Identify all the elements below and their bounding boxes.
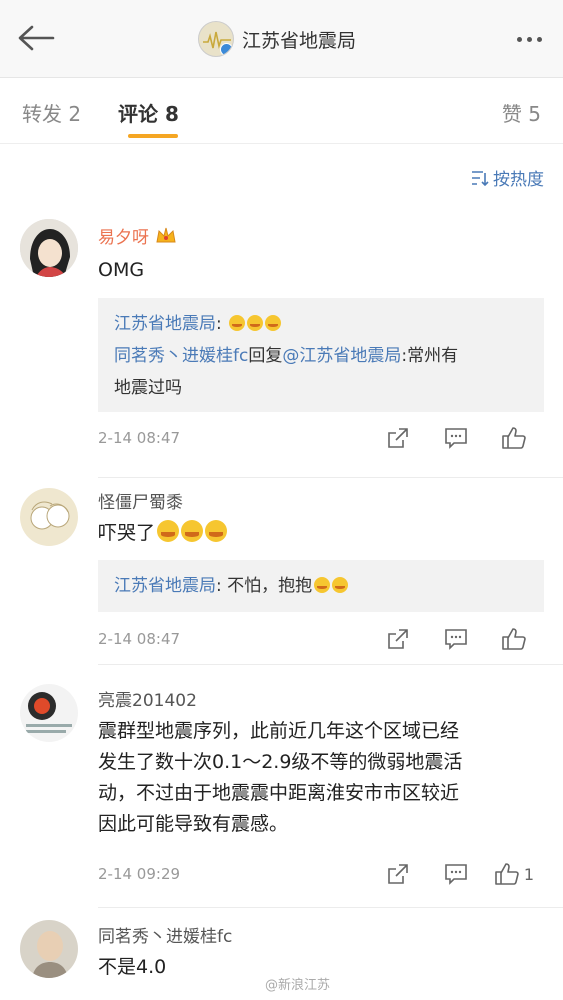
reply-button[interactable]	[427, 423, 485, 453]
reply-colon: :	[216, 314, 222, 334]
tab-comments[interactable]: 评论 8	[118, 98, 179, 127]
verified-badge-icon	[220, 43, 233, 56]
reply-author[interactable]: 同茗秀丶进媛桂fc	[114, 346, 248, 366]
repost-icon	[388, 428, 408, 448]
comment-text-line: 震群型地震序列，此前近几年这个区域已经	[98, 720, 460, 742]
like-button[interactable]: 1	[485, 859, 543, 889]
page-title: 江苏省地震局	[242, 29, 357, 52]
hug-emoji-icon	[247, 315, 264, 331]
sort-icon	[472, 170, 489, 186]
repost-icon	[388, 629, 408, 649]
tab-reposts[interactable]: 转发 2	[22, 98, 81, 127]
repost-icon	[388, 864, 408, 884]
mention-link[interactable]: @江苏省地震局	[282, 346, 401, 366]
repost-button[interactable]	[369, 423, 427, 453]
like-button[interactable]	[485, 423, 543, 453]
comment-actions	[369, 624, 543, 654]
tab-likes[interactable]: 赞 5	[502, 98, 541, 127]
avatar[interactable]	[20, 684, 78, 742]
comment-item: 亮震201402 震群型地震序列，此前近几年这个区域已经 发生了数十次0.1～2…	[0, 676, 563, 908]
avatar[interactable]	[20, 219, 78, 277]
reply-button[interactable]	[427, 859, 485, 889]
timestamp: 2-14 08:47	[98, 630, 181, 648]
reply-verb: 回复	[248, 346, 283, 366]
avatar[interactable]	[20, 488, 78, 546]
username[interactable]: 亮震201402	[98, 686, 197, 711]
crying-emoji-icon	[205, 520, 228, 542]
reply-text: :常州有	[401, 346, 459, 366]
username[interactable]: 怪僵尸蜀黍	[98, 488, 183, 513]
reply-button[interactable]	[427, 624, 485, 654]
comment-item: 易夕呀 OMG 江苏省地震局: 同茗秀丶进媛桂fc回复@江苏省地震局:常州有 地…	[0, 203, 563, 478]
avatar[interactable]	[20, 920, 78, 978]
comment-text-line: 因此可能导致有震感。	[98, 813, 289, 835]
username[interactable]: 同茗秀丶进媛桂fc	[98, 922, 232, 947]
comment-actions	[369, 423, 543, 453]
active-tab-indicator	[128, 134, 178, 138]
thumbs-up-icon	[502, 628, 526, 650]
comment-text-line: 动，不过由于地震震中距离淮安市市区较近	[98, 782, 460, 804]
sort-bar: 按热度	[0, 145, 563, 203]
watermark: @新浪江苏	[265, 978, 331, 993]
thumbs-up-icon	[502, 427, 526, 449]
crying-emoji-icon	[157, 520, 180, 542]
like-button[interactable]	[485, 624, 543, 654]
comment-actions: 1	[369, 859, 543, 889]
hug-emoji-icon	[314, 577, 331, 593]
comment-text: 震群型地震序列，此前近几年这个区域已经 发生了数十次0.1～2.9级不等的微弱地…	[98, 716, 548, 840]
like-count: 1	[523, 864, 535, 884]
thumbs-up-icon	[495, 863, 519, 885]
repost-button[interactable]	[369, 624, 427, 654]
reply-text: : 不怕，抱抱	[216, 576, 313, 596]
crying-emoji-icon	[181, 520, 204, 542]
vip-crown-icon	[156, 227, 176, 243]
repost-button[interactable]	[369, 859, 427, 889]
reply-author[interactable]: 江苏省地震局	[114, 314, 216, 334]
hug-emoji-icon	[265, 315, 282, 331]
back-button[interactable]	[14, 18, 58, 58]
comment-text: 吓哭了	[98, 518, 548, 549]
hug-emoji-icon	[229, 315, 246, 331]
sort-label: 按热度	[493, 170, 544, 190]
divider	[98, 664, 563, 665]
comment-icon	[445, 428, 467, 449]
username[interactable]: 易夕呀	[98, 223, 177, 248]
comment-icon	[445, 864, 467, 885]
account-header[interactable]: 江苏省地震局	[198, 18, 356, 60]
tab-bar: 转发 2 评论 8 赞 5	[0, 78, 563, 144]
reply-text: 地震过吗	[114, 378, 182, 398]
comment-item: 怪僵尸蜀黍 吓哭了 江苏省地震局: 不怕，抱抱 2-14 08:47	[0, 478, 563, 676]
top-bar: 江苏省地震局	[0, 0, 563, 78]
reply-author[interactable]: 江苏省地震局	[114, 576, 216, 596]
comment-text: OMG	[98, 259, 145, 281]
back-arrow-icon	[18, 25, 55, 51]
timestamp: 2-14 08:47	[98, 429, 181, 447]
hug-emoji-icon	[332, 577, 349, 593]
reply-preview[interactable]: 江苏省地震局: 同茗秀丶进媛桂fc回复@江苏省地震局:常州有 地震过吗	[98, 298, 544, 412]
more-options-icon[interactable]	[509, 24, 549, 54]
comment-text-line: 发生了数十次0.1～2.9级不等的微弱地震活	[98, 751, 463, 773]
account-avatar[interactable]	[198, 21, 234, 57]
comment-icon	[445, 629, 467, 650]
sort-button[interactable]: 按热度	[471, 165, 544, 190]
timestamp: 2-14 09:29	[98, 865, 181, 883]
reply-preview[interactable]: 江苏省地震局: 不怕，抱抱	[98, 560, 544, 612]
